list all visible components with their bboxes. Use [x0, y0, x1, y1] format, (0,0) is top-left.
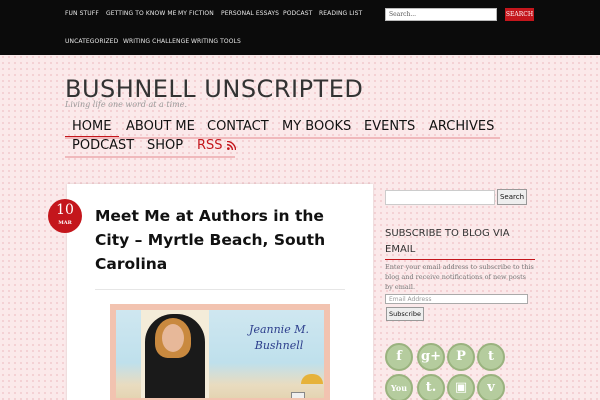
- topnav-fun-stuff[interactable]: FUN STUFF: [65, 10, 99, 17]
- site-tagline: Living life one word at a time.: [65, 100, 187, 109]
- topnav-writing-tools[interactable]: WRITING TOOLS: [191, 38, 241, 45]
- site-title[interactable]: BUSHNELL UNSCRIPTED: [65, 75, 363, 103]
- twitter-icon[interactable]: t: [477, 343, 505, 371]
- menu-archives[interactable]: ARCHIVES: [429, 119, 494, 134]
- image-background: Jeannie M. Bushnell: [116, 310, 324, 398]
- menu-rss-label: RSS: [197, 138, 223, 153]
- topnav-podcast[interactable]: PODCAST: [283, 10, 312, 17]
- menu-divider: [65, 156, 235, 158]
- topnav-uncategorized[interactable]: UNCATEGORIZED: [65, 38, 118, 45]
- topnav-personal-essays[interactable]: PERSONAL ESSAYS: [221, 10, 279, 17]
- menu-podcast[interactable]: PODCAST: [72, 138, 134, 153]
- image-author-name: Jeannie M. Bushnell: [249, 323, 309, 352]
- post-divider: [95, 289, 345, 290]
- email-field[interactable]: Email Address: [385, 294, 528, 304]
- beach-chair: [291, 392, 305, 398]
- youtube-icon[interactable]: You: [385, 374, 413, 400]
- topnav-my-fiction[interactable]: MY FICTION: [178, 10, 214, 17]
- menu-about-me[interactable]: ABOUT ME: [126, 119, 195, 134]
- tumblr-icon[interactable]: t.: [417, 374, 445, 400]
- menu-my-books[interactable]: MY BOOKS: [282, 119, 351, 134]
- menu-home[interactable]: HOME: [72, 119, 111, 134]
- subscribe-heading-underline: [385, 259, 535, 260]
- date-month: MAR: [58, 220, 72, 226]
- date-badge: 10 MAR: [48, 199, 82, 233]
- top-nav: FUN STUFF GETTING TO KNOW ME MY FICTION …: [65, 0, 375, 55]
- facebook-icon[interactable]: f: [385, 343, 413, 371]
- topnav-writing-challenge[interactable]: WRITING CHALLENGE: [123, 38, 189, 45]
- google-plus-icon[interactable]: g+: [417, 343, 445, 371]
- menu-shop[interactable]: SHOP: [147, 138, 183, 153]
- post-title[interactable]: Meet Me at Authors in the City – Myrtle …: [95, 204, 345, 276]
- rss-icon: [226, 140, 236, 151]
- top-search-input[interactable]: Search...: [385, 8, 497, 21]
- beach-umbrella: [301, 374, 323, 384]
- instagram-icon[interactable]: ▣: [447, 374, 475, 400]
- post-featured-image[interactable]: Jeannie M. Bushnell: [110, 304, 330, 400]
- menu-contact[interactable]: CONTACT: [207, 119, 269, 134]
- menu-rss[interactable]: RSS: [197, 138, 236, 153]
- subscribe-heading: SUBSCRIBE TO BLOG VIA EMAIL: [385, 228, 510, 255]
- vine-icon[interactable]: v: [477, 374, 505, 400]
- sidebar-search-input[interactable]: [385, 190, 495, 205]
- topnav-reading-list[interactable]: READING LIST: [319, 10, 362, 17]
- author-photo: [141, 310, 209, 398]
- subscribe-button[interactable]: Subscribe: [386, 307, 424, 321]
- photo-face: [162, 324, 184, 352]
- subscribe-description: Enter your email address to subscribe to…: [385, 263, 534, 291]
- topnav-getting-to-know-me[interactable]: GETTING TO KNOW ME: [106, 10, 177, 17]
- sidebar-search-button[interactable]: Search: [497, 189, 527, 205]
- top-bar: FUN STUFF GETTING TO KNOW ME MY FICTION …: [0, 0, 600, 55]
- main-menu: HOME ABOUT ME CONTACT MY BOOKS EVENTS AR…: [65, 117, 500, 159]
- pinterest-icon[interactable]: P: [447, 343, 475, 371]
- menu-events[interactable]: EVENTS: [364, 119, 415, 134]
- top-search-button[interactable]: SEARCH: [505, 8, 534, 21]
- date-day: 10: [56, 202, 74, 218]
